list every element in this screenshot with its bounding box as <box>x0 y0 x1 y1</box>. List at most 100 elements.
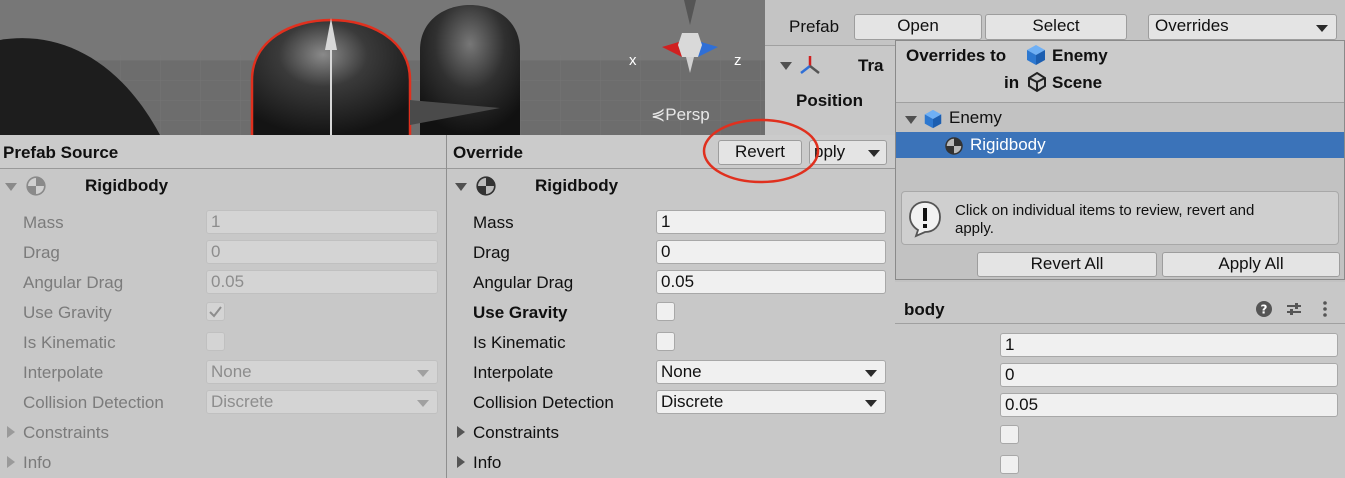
prefab-source-header: Prefab Source <box>0 135 446 169</box>
select-prefab-button[interactable]: Select <box>985 14 1127 40</box>
is-kinematic-label: Is Kinematic <box>23 333 116 352</box>
inspector-component-header: body ? <box>895 294 1345 324</box>
drag-field: 0 <box>206 240 438 264</box>
use-gravity-label: Use Gravity <box>23 303 112 322</box>
is-kinematic-label: Is Kinematic <box>473 333 566 352</box>
overrides-dropdown-label: Overrides <box>1155 16 1229 35</box>
dropdown-value: Discrete <box>211 392 274 411</box>
field-label: Mass <box>23 213 64 232</box>
override-title: Override <box>453 143 523 162</box>
angular-drag-field[interactable]: 0.05 <box>656 270 886 294</box>
is-kinematic-checkbox[interactable] <box>1000 455 1019 474</box>
foldout-arrow-icon[interactable] <box>455 183 467 191</box>
dropdown-value: None <box>661 362 702 381</box>
foldout-arrow-icon[interactable] <box>905 116 917 124</box>
mass-field[interactable]: 1 <box>656 210 886 234</box>
checkmark-icon <box>209 306 222 318</box>
chevron-down-icon <box>865 370 877 377</box>
foldout-arrow-icon[interactable] <box>457 426 465 438</box>
info-foldout[interactable]: Info <box>473 453 501 473</box>
component-title: Rigidbody <box>535 176 619 195</box>
collision-detection-dropdown: Discrete <box>206 390 438 414</box>
foldout-arrow-icon <box>7 456 15 468</box>
drag-field[interactable]: 0 <box>1000 363 1338 387</box>
overrides-title-in: in <box>1004 73 1020 92</box>
angular-drag-field: 0.05 <box>206 270 438 294</box>
interpolate-label: Interpolate <box>23 363 104 382</box>
overrides-title-prefix: Overrides to <box>906 46 1007 65</box>
constraints-foldout: Constraints <box>23 423 109 442</box>
kebab-menu-icon[interactable] <box>1319 300 1331 318</box>
tree-item-label: Enemy <box>949 108 1002 127</box>
annotation-circle <box>702 118 820 184</box>
drag-field[interactable]: 0 <box>656 240 886 264</box>
field-label: Mass <box>473 213 514 232</box>
apply-all-button[interactable]: Apply All <box>1162 252 1340 277</box>
revert-all-button[interactable]: Revert All <box>977 252 1157 277</box>
field-label: Angular Drag <box>23 273 124 292</box>
gizmo-x-label: x <box>629 52 637 69</box>
collision-detection-label: Collision Detection <box>23 393 164 412</box>
overrides-dropdown[interactable]: Overrides <box>1148 14 1337 40</box>
svg-text:?: ? <box>1261 303 1268 317</box>
use-gravity-checkbox <box>206 302 225 321</box>
prefab-cube-icon <box>924 109 942 129</box>
is-kinematic-checkbox <box>206 332 225 351</box>
override-panel: Override Revert pply Rigidbody Mass 1 Dr… <box>447 135 895 478</box>
prefab-label: Prefab <box>789 17 840 36</box>
scene-view[interactable]: x z ⋞Persp <box>0 0 765 135</box>
prefab-source-panel: Prefab Source Rigidbody Mass 1 Drag 0 An… <box>0 135 446 478</box>
gizmo-z-label: z <box>734 52 742 69</box>
component-header: Rigidbody <box>0 172 446 202</box>
unity-scene-icon <box>1028 71 1046 93</box>
foldout-arrow-icon <box>5 183 17 191</box>
prefab-source-title: Prefab Source <box>3 143 119 162</box>
dropdown-value: Discrete <box>661 392 724 411</box>
rigidbody-icon <box>476 176 496 196</box>
prefab-cube-icon <box>1027 45 1045 65</box>
foldout-arrow-icon[interactable] <box>780 62 792 70</box>
chevron-down-icon <box>868 150 880 157</box>
help-text-line2: apply. <box>955 220 994 237</box>
overrides-window: Overrides to Enemy in Scene Enemy Rigidb… <box>895 40 1345 280</box>
rigidbody-icon <box>26 176 46 196</box>
prefab-bar: Prefab Open Select Overrides <box>765 0 1345 45</box>
presets-icon[interactable] <box>1285 300 1303 318</box>
interpolate-dropdown: None <box>206 360 438 384</box>
dropdown-value: None <box>211 362 252 381</box>
use-gravity-label: Use Gravity <box>473 303 568 322</box>
inspector-rigidbody-partial: body ? 1 0 0.05 <box>895 282 1345 478</box>
help-box: Click on individual items to review, rev… <box>901 191 1339 245</box>
open-prefab-button[interactable]: Open <box>854 14 982 40</box>
mass-field: 1 <box>206 210 438 234</box>
transform-icon <box>800 56 820 74</box>
help-text-line1: Click on individual items to review, rev… <box>955 202 1255 219</box>
field-label: Drag <box>23 243 60 262</box>
interpolate-dropdown[interactable]: None <box>656 360 886 384</box>
tree-item-rigidbody[interactable]: Rigidbody <box>896 132 1344 158</box>
overrides-title-object: Enemy <box>1052 46 1108 65</box>
chevron-down-icon <box>1316 25 1328 32</box>
help-icon[interactable]: ? <box>1255 300 1273 318</box>
tree-item-enemy[interactable]: Enemy <box>896 105 1344 131</box>
override-header: Override Revert pply <box>447 135 895 169</box>
overrides-title-scene: Scene <box>1052 73 1103 92</box>
tree-item-label: Rigidbody <box>970 135 1046 154</box>
is-kinematic-checkbox[interactable] <box>656 332 675 351</box>
use-gravity-checkbox[interactable] <box>656 302 675 321</box>
constraints-foldout[interactable]: Constraints <box>473 423 559 443</box>
collision-detection-dropdown[interactable]: Discrete <box>656 390 886 414</box>
component-header: Rigidbody <box>447 172 895 202</box>
use-gravity-checkbox[interactable] <box>1000 425 1019 444</box>
info-foldout: Info <box>23 453 52 472</box>
field-label: Drag <box>473 243 510 262</box>
rigidbody-icon <box>945 137 963 155</box>
foldout-arrow-icon[interactable] <box>457 456 465 468</box>
inspector-component-title: body <box>904 300 945 319</box>
mass-field[interactable]: 1 <box>1000 333 1338 357</box>
chevron-down-icon <box>417 370 429 377</box>
angular-drag-field[interactable]: 0.05 <box>1000 393 1338 417</box>
interpolate-label: Interpolate <box>473 363 554 382</box>
overrides-window-header: Overrides to Enemy in Scene <box>896 41 1344 103</box>
field-label: Angular Drag <box>473 273 574 292</box>
